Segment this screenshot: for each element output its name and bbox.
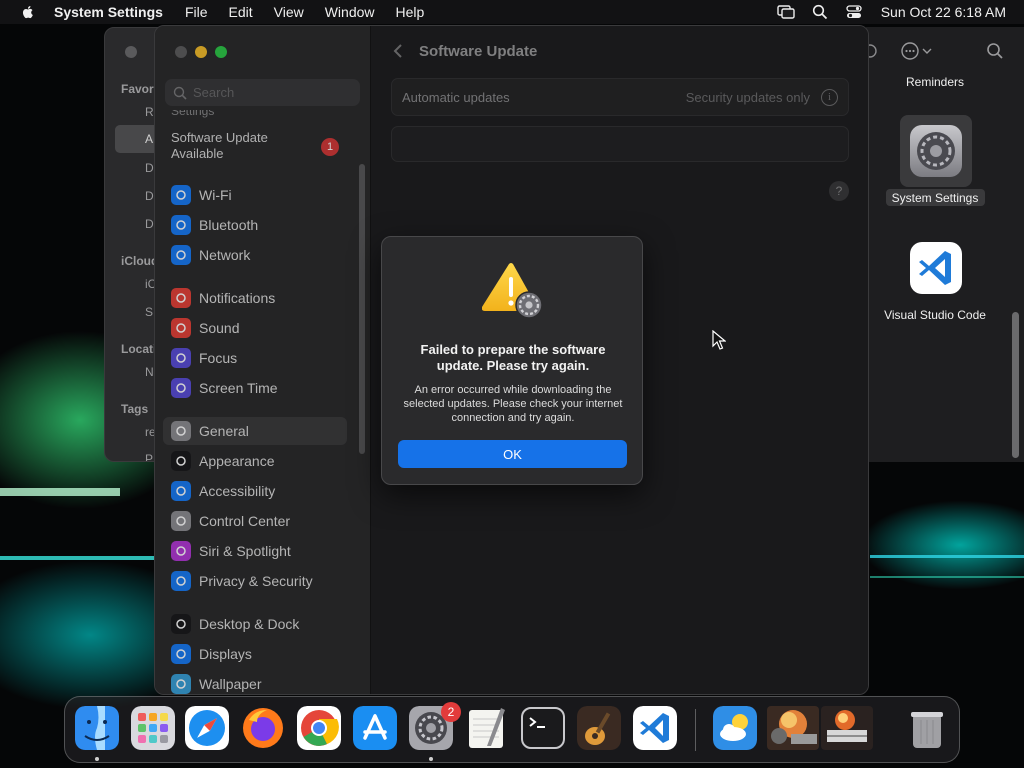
finder-sidebar-item[interactable]: S (145, 305, 153, 319)
finder-sidebar-item[interactable]: D (145, 189, 154, 203)
finder-scrollbar[interactable] (1012, 312, 1019, 458)
search-icon[interactable] (986, 42, 1004, 60)
wallpaper-stripe (870, 576, 1024, 578)
finder-dock-icon[interactable] (75, 706, 119, 750)
system-settings-badge: 2 (441, 702, 461, 722)
vscode-app-icon[interactable] (909, 241, 963, 295)
garageband-dock-icon[interactable] (577, 706, 621, 750)
menu-bar-extras: Sun Oct 22 6:18 AM (777, 0, 1024, 24)
finder-section-favorites: Favori (121, 82, 158, 96)
dock-separator (695, 709, 696, 751)
ok-button[interactable]: OK (398, 440, 627, 468)
close-button-inactive[interactable] (125, 46, 137, 58)
finder-section-tags: Tags (121, 402, 149, 416)
vscode-dock-icon[interactable] (633, 706, 677, 750)
spotlight-search-icon[interactable] (811, 4, 829, 20)
terminal-dock-icon[interactable] (521, 706, 565, 750)
wallpaper-stripe (0, 556, 160, 560)
screen-mirroring-icon[interactable] (777, 4, 795, 20)
mouse-cursor-icon (712, 330, 726, 350)
running-indicator (95, 757, 99, 761)
finder-sidebar-item[interactable]: R (145, 105, 154, 119)
menu-app-name[interactable]: System Settings (54, 4, 163, 20)
running-indicator (429, 757, 433, 761)
finder-sidebar-item[interactable]: P (145, 452, 153, 461)
dock: 2 (64, 696, 960, 763)
launchpad-dock-icon[interactable] (131, 706, 175, 750)
finder-sidebar-item[interactable]: D (145, 217, 154, 231)
firefox-dock-icon[interactable] (241, 706, 285, 750)
finder-sidebar-item[interactable]: D (145, 161, 154, 175)
reminders-app-label[interactable]: Reminders (880, 75, 990, 89)
error-alert-dialog: Failed to prepare the software update. P… (381, 236, 643, 485)
trash-dock-icon[interactable] (905, 706, 949, 750)
vscode-app-label[interactable]: Visual Studio Code (880, 307, 990, 323)
finder-sidebar-item[interactable]: N (145, 365, 154, 379)
photo-thumbnail-icon[interactable] (767, 706, 819, 750)
menu-clock[interactable]: Sun Oct 22 6:18 AM (881, 4, 1006, 20)
app-store-dock-icon[interactable] (353, 706, 397, 750)
more-options-icon[interactable] (900, 41, 936, 61)
alert-message: An error occurred while downloading the … (403, 384, 623, 424)
menu-help[interactable]: Help (396, 4, 425, 20)
finder-sidebar-item[interactable]: A (145, 132, 153, 146)
alert-title: Failed to prepare the software update. P… (420, 342, 606, 373)
wallpaper-stripe (0, 488, 120, 496)
menu-bar: System Settings File Edit View Window He… (0, 0, 1024, 24)
finder-section-locations: Locati (121, 342, 157, 356)
menu-view[interactable]: View (274, 4, 304, 20)
finder-section-icloud: iCloud (121, 254, 159, 268)
menu-file[interactable]: File (185, 4, 208, 20)
control-center-toggle-icon[interactable] (845, 4, 863, 20)
wallpaper-stripe (870, 555, 1024, 558)
system-settings-app-icon[interactable] (909, 124, 963, 178)
menu-edit[interactable]: Edit (229, 4, 253, 20)
weather-dock-icon[interactable] (713, 706, 757, 750)
warning-icon (482, 263, 543, 319)
textedit-dock-icon[interactable] (465, 706, 509, 750)
safari-dock-icon[interactable] (185, 706, 229, 750)
menu-window[interactable]: Window (325, 4, 375, 20)
chrome-dock-icon[interactable] (297, 706, 341, 750)
photo-thumbnail-icon[interactable] (821, 706, 873, 750)
apple-menu-icon[interactable] (20, 4, 36, 20)
system-settings-app-label[interactable]: System Settings (880, 191, 990, 205)
applications-finder-window[interactable]: Reminders System Settings Visual Studio … (866, 27, 1024, 462)
